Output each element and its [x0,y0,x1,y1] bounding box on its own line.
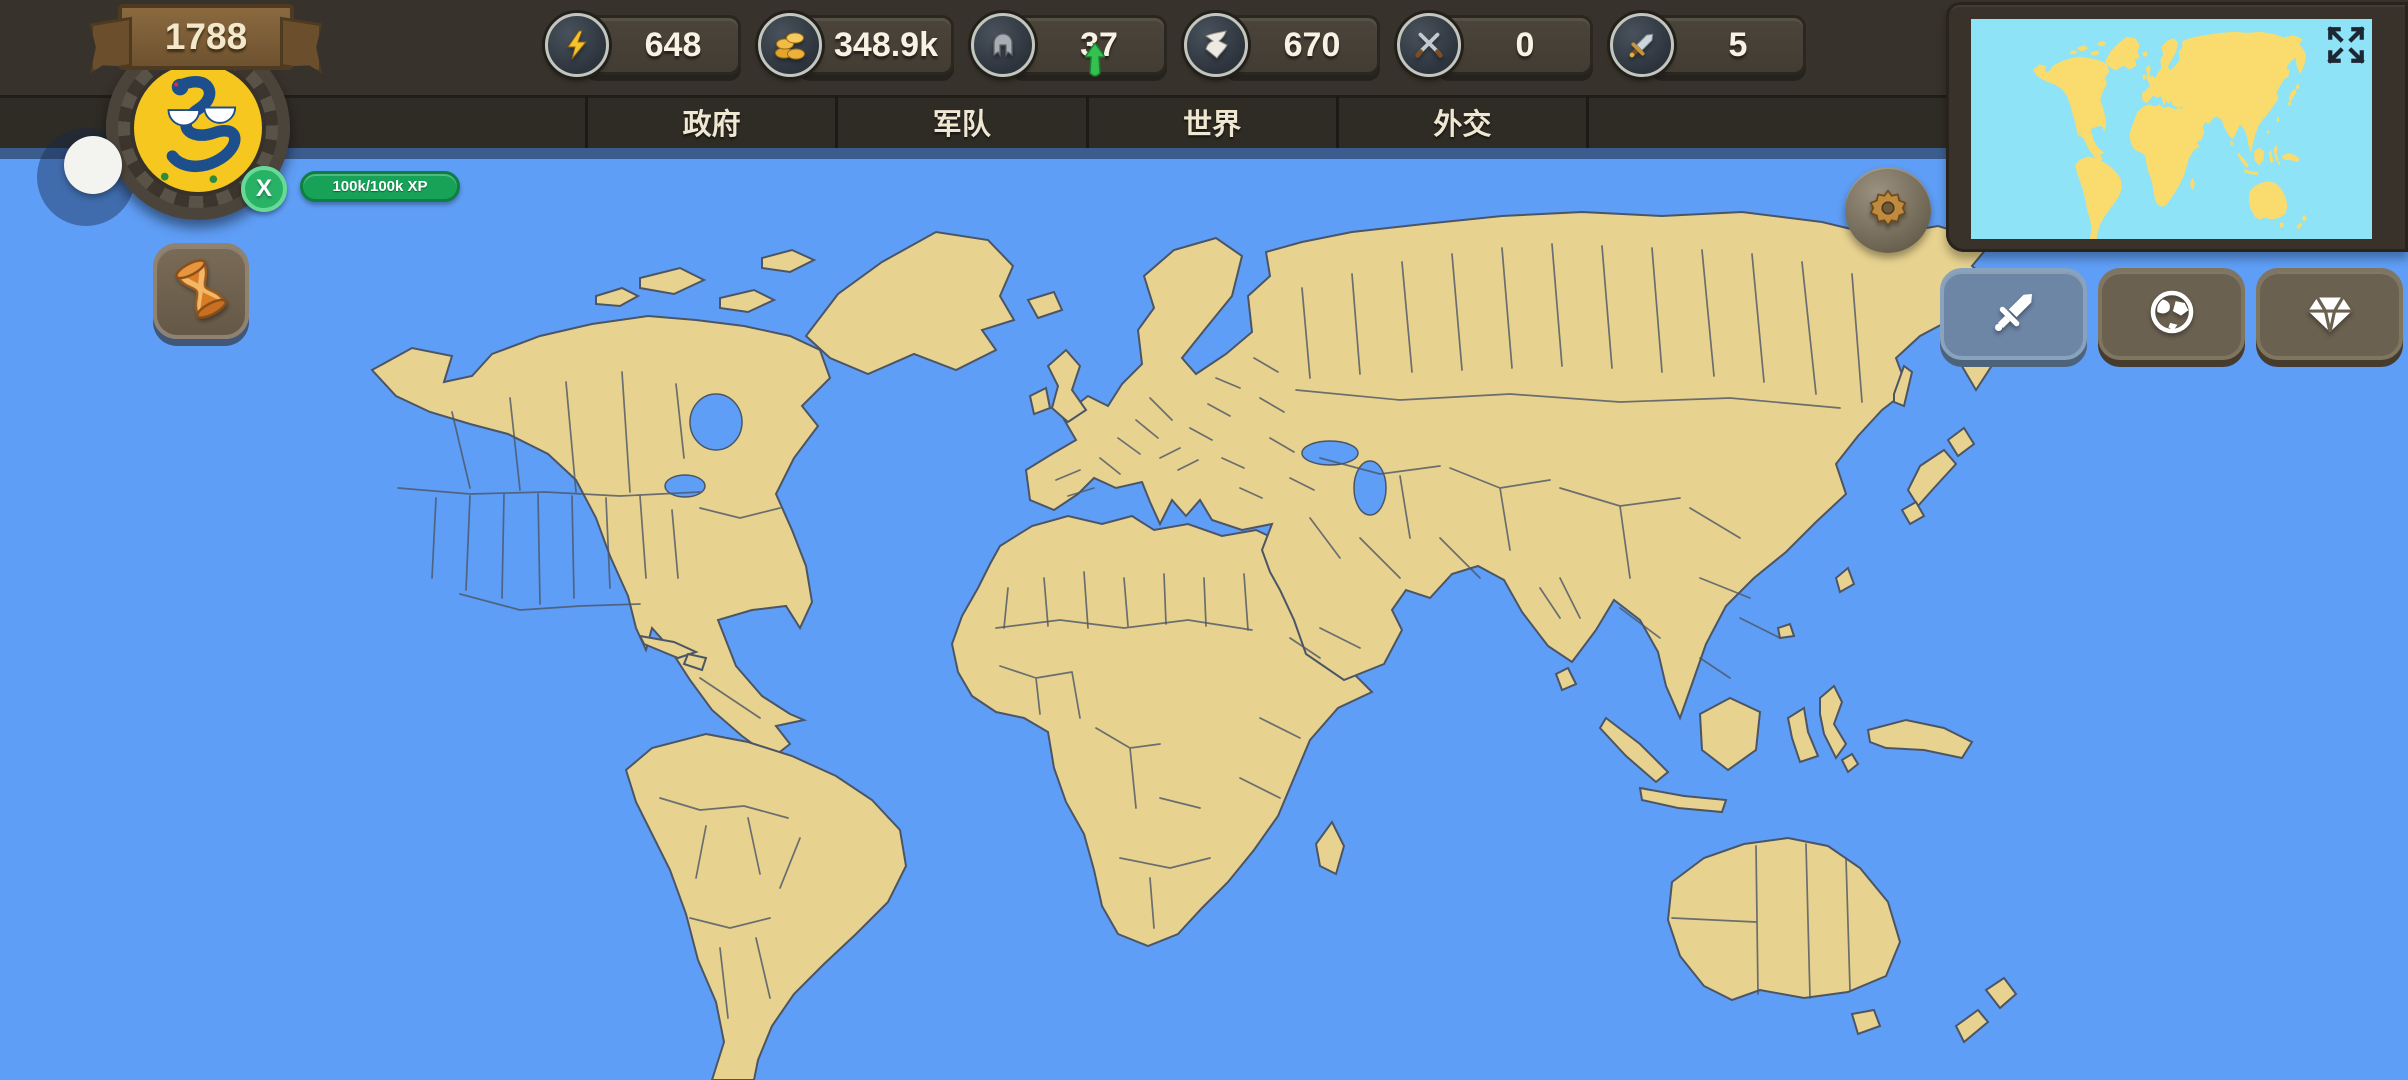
level-badge-label: X [256,175,272,203]
game-screen: 政府 军队 世界 外交 648 348.9k [0,0,2408,1080]
tab-government[interactable]: 政府 [585,95,835,148]
sword-icon [1610,13,1674,77]
continents [372,212,2016,1080]
minimap-frame [1946,2,2408,252]
resource-energy[interactable]: 648 [545,13,741,77]
sword-icon [1985,283,2043,346]
tab-diplomacy[interactable]: 外交 [1336,95,1589,148]
hourglass-button[interactable] [153,243,249,339]
xp-bar: 100k/100k XP [300,171,460,202]
settings-button[interactable] [1845,167,1931,253]
hourglass-icon [175,260,227,323]
resource-bar: 648 348.9k 37 [545,12,1806,78]
crossed-swords-icon [1397,13,1461,77]
gold-coins-icon [758,13,822,77]
premium-mode-button[interactable] [2256,268,2403,360]
resource-helmets[interactable]: 37 [971,13,1167,77]
action-button-row [1940,268,2403,360]
year-banner: 1788 [118,4,294,70]
xp-label: 100k/100k XP [332,178,427,195]
helmet-icon [971,13,1035,77]
minimap-world [1971,19,2372,239]
world-mode-button[interactable] [2098,268,2245,360]
military-mode-button[interactable] [1940,268,2087,360]
energy-bolt-icon [545,13,609,77]
joystick-knob[interactable] [64,136,122,194]
year-label: 1788 [165,16,247,58]
expand-arrows-icon[interactable] [2325,24,2367,66]
resource-swords[interactable]: 5 [1610,13,1806,77]
resource-banners[interactable]: 670 [1184,13,1380,77]
tab-army[interactable]: 军队 [835,95,1085,148]
resource-money[interactable]: 348.9k [758,13,954,77]
globe-icon [2143,283,2201,346]
minimap[interactable] [1971,19,2372,239]
tab-world[interactable]: 世界 [1086,95,1336,148]
level-badge: X [241,166,287,212]
banner-icon [1184,13,1248,77]
diamond-icon [2301,283,2359,346]
nav-tabs: 政府 军队 世界 外交 [585,95,1589,148]
gear-icon [1865,185,1911,236]
resource-battles[interactable]: 0 [1397,13,1593,77]
income-up-arrow [1085,43,1105,90]
